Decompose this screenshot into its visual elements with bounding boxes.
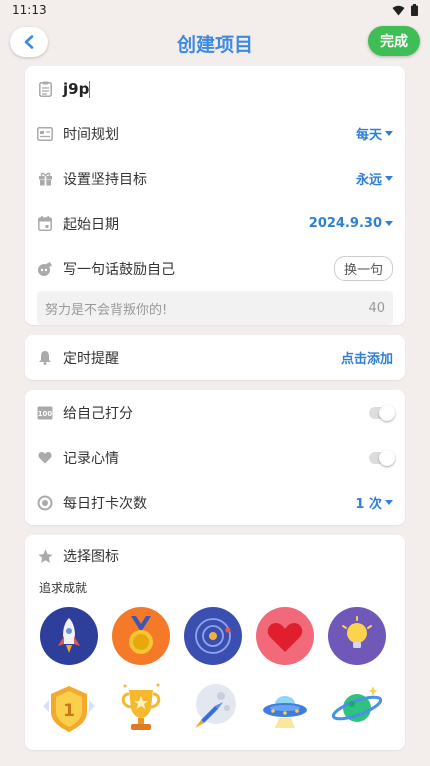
checkins-label: 每日打卡次数 — [63, 495, 147, 512]
add-reminder-link[interactable]: 点击添加 — [341, 348, 393, 367]
trophy-badge-icon[interactable]: 1 — [39, 678, 99, 738]
status-bar: 11:13 — [0, 0, 430, 20]
motto-char-count: 40 — [368, 300, 385, 316]
goal-value: 永远 — [355, 173, 382, 188]
calendar-icon — [37, 216, 53, 232]
schedule-value: 每天 — [355, 128, 382, 143]
trophy-cup-icon[interactable] — [111, 678, 171, 738]
icon-category-label: 追求成就 — [39, 581, 88, 595]
schedule-row[interactable]: 时间规划 每天 — [37, 111, 393, 156]
bulb-icon[interactable] — [327, 606, 387, 666]
ufo-icon[interactable] — [255, 678, 315, 738]
start-date-select[interactable]: 2024.9.30 — [309, 216, 393, 231]
heart-icon[interactable] — [255, 606, 315, 666]
target-icon — [37, 495, 53, 511]
score-row: 100 给自己打分 — [37, 390, 395, 435]
icon-picker-label: 选择图标 — [63, 549, 119, 565]
mood-label: 记录心情 — [63, 450, 119, 467]
svg-text:1: 1 — [63, 701, 75, 721]
icon-picker-card: 选择图标 追求成就 1 — [25, 535, 405, 750]
planet-icon[interactable] — [327, 678, 387, 738]
checkins-value: 1 次 — [355, 497, 382, 512]
caret-down-icon — [385, 131, 393, 136]
schedule-label: 时间规划 — [63, 126, 119, 143]
done-button[interactable]: 完成 — [368, 26, 420, 56]
header: 创建项目 完成 — [0, 20, 430, 66]
page-title: 创建项目 — [176, 33, 253, 56]
score-toggle[interactable] — [369, 404, 395, 421]
battery-icon — [411, 4, 418, 16]
wifi-icon — [392, 5, 405, 15]
orbit-icon[interactable] — [183, 606, 243, 666]
goal-label: 设置坚持目标 — [63, 171, 147, 188]
back-button[interactable] — [10, 27, 48, 57]
mood-row: 记录心情 — [37, 435, 395, 480]
motto-label: 写一句话鼓励自己 — [63, 261, 175, 278]
caret-down-icon — [385, 176, 393, 181]
motto-row: 写一句话鼓励自己 换一句 — [37, 246, 393, 291]
icon-picker-header: 选择图标 — [37, 535, 393, 577]
mood-toggle[interactable] — [369, 449, 395, 466]
reminder-row[interactable]: 定时提醒 点击添加 — [37, 335, 393, 380]
moon-rocket-icon[interactable] — [183, 678, 243, 738]
options-card: 100 给自己打分 记录心情 每日打卡次数 1 次 — [25, 390, 405, 525]
icon-grid: 1 — [37, 606, 393, 748]
calendar-list-icon — [37, 126, 53, 142]
project-name-input[interactable]: j9p — [63, 80, 393, 98]
name-row[interactable]: j9p — [37, 66, 393, 111]
chevron-left-icon — [24, 35, 34, 49]
medal-icon[interactable] — [111, 606, 171, 666]
start-date-value: 2024.9.30 — [308, 216, 382, 231]
status-time: 11:13 — [12, 3, 47, 17]
cheer-icon — [37, 261, 53, 277]
goal-row[interactable]: 设置坚持目标 永远 — [37, 156, 393, 201]
svg-text:100: 100 — [38, 410, 53, 418]
schedule-select[interactable]: 每天 — [356, 124, 393, 143]
caret-down-icon — [385, 221, 393, 226]
checkins-row[interactable]: 每日打卡次数 1 次 — [37, 480, 393, 525]
score-100-icon: 100 — [37, 405, 53, 421]
gift-icon — [37, 171, 53, 187]
motto-input[interactable]: 努力是不会背叛你的! 40 — [37, 291, 393, 325]
goal-select[interactable]: 永远 — [356, 169, 393, 188]
start-date-label: 起始日期 — [63, 216, 119, 233]
status-icons — [392, 4, 418, 16]
reminder-card: 定时提醒 点击添加 — [25, 335, 405, 380]
heart-small-icon — [37, 450, 53, 466]
checkins-select[interactable]: 1 次 — [355, 493, 393, 512]
caret-down-icon — [385, 500, 393, 505]
score-label: 给自己打分 — [63, 405, 133, 422]
bell-icon — [37, 350, 53, 366]
swap-motto-button[interactable]: 换一句 — [333, 256, 393, 281]
start-date-row[interactable]: 起始日期 2024.9.30 — [37, 201, 393, 246]
rocket-icon[interactable] — [39, 606, 99, 666]
project-name-value: j9p — [63, 79, 90, 98]
text-cursor — [89, 80, 91, 98]
star-icon — [37, 548, 53, 564]
clipboard-icon — [37, 81, 53, 97]
project-form-card: j9p 时间规划 每天 设置坚持目标 永远 起始日期 2024.9.30 写一句… — [25, 66, 405, 325]
reminder-label: 定时提醒 — [63, 350, 119, 367]
motto-text: 努力是不会背叛你的! — [45, 302, 168, 318]
